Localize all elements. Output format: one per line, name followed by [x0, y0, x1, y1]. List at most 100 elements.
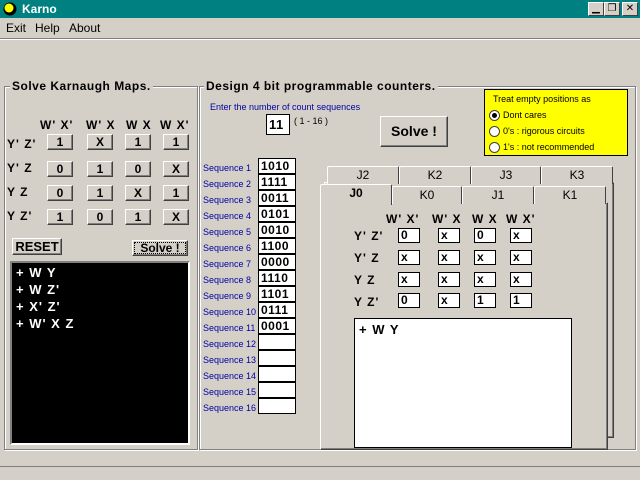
- sequence-input[interactable]: 0111: [258, 302, 296, 318]
- reset-button[interactable]: RESET: [12, 238, 62, 255]
- solver-cell-r1c1[interactable]: 1: [47, 134, 73, 150]
- sequence-input[interactable]: 0011: [258, 190, 296, 206]
- menu-about[interactable]: About: [69, 21, 100, 35]
- solver-cell-r2c4[interactable]: X: [163, 161, 189, 177]
- tab-cell-r1c2[interactable]: x: [438, 228, 460, 243]
- tab-cell-r2c3[interactable]: x: [474, 250, 496, 265]
- solver-output: + W Y + W Z' + X' Z' + W' X Z: [10, 261, 190, 445]
- sequence-input[interactable]: [258, 382, 296, 398]
- sequence-label: Sequence 7: [203, 259, 252, 269]
- minimize-button[interactable]: ▁: [588, 2, 604, 16]
- solver-cell-r4c2[interactable]: 0: [87, 209, 113, 225]
- tab-k2[interactable]: K2: [399, 166, 471, 184]
- tab-cell-r4c1[interactable]: 0: [398, 293, 420, 308]
- tab-cell-r3c3[interactable]: x: [474, 272, 496, 287]
- option-dont-cares-label[interactable]: Dont cares: [503, 110, 547, 120]
- sequence-label: Sequence 5: [203, 227, 252, 237]
- option-zeros-label[interactable]: 0's : rigorous circuits: [503, 126, 585, 136]
- solver-cell-r3c1[interactable]: 0: [47, 185, 73, 201]
- tab-cell-r3c2[interactable]: x: [438, 272, 460, 287]
- solver-col-header-3: W X: [126, 118, 152, 132]
- maximize-button[interactable]: ❐: [604, 2, 620, 16]
- tab-cell-r2c1[interactable]: x: [398, 250, 420, 265]
- sequence-input[interactable]: 1110: [258, 270, 296, 286]
- menu-separator: [0, 38, 640, 40]
- solver-row-header-4: Y Z': [7, 209, 33, 223]
- tab-cell-r1c3[interactable]: 0: [474, 228, 496, 243]
- close-button[interactable]: ✕: [622, 2, 638, 16]
- window-title: Karno: [22, 2, 57, 16]
- solver-cell-r3c4[interactable]: 1: [163, 185, 189, 201]
- counter-solve-button[interactable]: Solve !: [380, 116, 448, 147]
- sequence-label: Sequence 14: [203, 371, 257, 381]
- tab-k3[interactable]: K3: [541, 166, 613, 184]
- tab-col-header-3: W X: [472, 212, 498, 226]
- tab-cell-r4c4[interactable]: 1: [510, 293, 532, 308]
- solver-cell-r2c1[interactable]: 0: [47, 161, 73, 177]
- close-icon: ✕: [625, 3, 635, 14]
- solver-solve-button[interactable]: Solve !: [132, 240, 188, 256]
- solver-cell-r1c2[interactable]: X: [87, 134, 113, 150]
- sequence-input[interactable]: 0000: [258, 254, 296, 270]
- tab-result: + W Y: [354, 318, 572, 448]
- count-range: ( 1 - 16 ): [294, 116, 329, 126]
- sequence-input[interactable]: 0001: [258, 318, 296, 334]
- sequence-label: Sequence 1: [203, 163, 252, 173]
- sequence-label: Sequence 2: [203, 179, 252, 189]
- solver-cell-r4c1[interactable]: 1: [47, 209, 73, 225]
- solver-cell-r4c3[interactable]: 1: [125, 209, 151, 225]
- tab-cell-r1c4[interactable]: x: [510, 228, 532, 243]
- option-ones-radio[interactable]: [489, 142, 500, 153]
- count-input[interactable]: 11: [266, 114, 290, 135]
- tab-j1[interactable]: J1: [462, 186, 534, 204]
- sequence-label: Sequence 3: [203, 195, 252, 205]
- sequence-input[interactable]: 1010: [258, 158, 296, 174]
- sequence-input[interactable]: 1100: [258, 238, 296, 254]
- tab-k0[interactable]: K0: [392, 186, 462, 204]
- solver-output-line: + X' Z': [16, 299, 61, 314]
- menu-exit[interactable]: Exit: [6, 21, 26, 35]
- sequence-input[interactable]: 1101: [258, 286, 296, 302]
- sequence-input[interactable]: 0101: [258, 206, 296, 222]
- tab-col-header-4: W X': [506, 212, 536, 226]
- sequence-input[interactable]: [258, 398, 296, 414]
- tab-j3[interactable]: J3: [471, 166, 541, 184]
- tab-k1[interactable]: K1: [534, 186, 606, 204]
- sequence-input[interactable]: [258, 334, 296, 350]
- solver-cell-r2c2[interactable]: 1: [87, 161, 113, 177]
- sequence-label: Sequence 6: [203, 243, 252, 253]
- empty-options-box: Treat empty positions as Dont cares 0's …: [484, 89, 628, 156]
- sequence-input[interactable]: [258, 350, 296, 366]
- tab-cell-r1c1[interactable]: 0: [398, 228, 420, 243]
- solver-cell-r1c4[interactable]: 1: [163, 134, 189, 150]
- count-prompt: Enter the number of count sequences: [210, 102, 361, 112]
- solver-cell-r3c2[interactable]: 1: [87, 185, 113, 201]
- tab-j0[interactable]: J0: [320, 184, 392, 205]
- sequence-input[interactable]: 0010: [258, 222, 296, 238]
- solver-cell-r2c3[interactable]: 0: [125, 161, 151, 177]
- tab-cell-r2c4[interactable]: x: [510, 250, 532, 265]
- solver-col-header-2: W' X: [86, 118, 116, 132]
- sequence-label: Sequence 16: [203, 403, 257, 413]
- sequence-label: Sequence 13: [203, 355, 257, 365]
- sequence-input[interactable]: 1111: [258, 174, 296, 190]
- tab-cell-r4c3[interactable]: 1: [474, 293, 496, 308]
- restore-icon: ❐: [607, 3, 617, 14]
- solver-cell-r4c4[interactable]: X: [163, 209, 189, 225]
- tab-j2[interactable]: J2: [327, 166, 399, 184]
- minimize-icon: ▁: [592, 3, 600, 14]
- solver-cell-r1c3[interactable]: 1: [125, 134, 151, 150]
- solver-cell-r3c3[interactable]: X: [125, 185, 151, 201]
- tab-cell-r4c2[interactable]: x: [438, 293, 460, 308]
- tab-cell-r3c1[interactable]: x: [398, 272, 420, 287]
- menu-bar: Exit Help About: [0, 19, 640, 37]
- menu-help[interactable]: Help: [35, 21, 60, 35]
- sequence-input[interactable]: [258, 366, 296, 382]
- tab-cell-r2c2[interactable]: x: [438, 250, 460, 265]
- option-dont-cares-radio[interactable]: [489, 110, 500, 121]
- app-logo-icon: [3, 2, 17, 16]
- sequence-label: Sequence 10: [203, 307, 257, 317]
- option-ones-label[interactable]: 1's : not recommended: [503, 142, 594, 152]
- option-zeros-radio[interactable]: [489, 126, 500, 137]
- tab-cell-r3c4[interactable]: x: [510, 272, 532, 287]
